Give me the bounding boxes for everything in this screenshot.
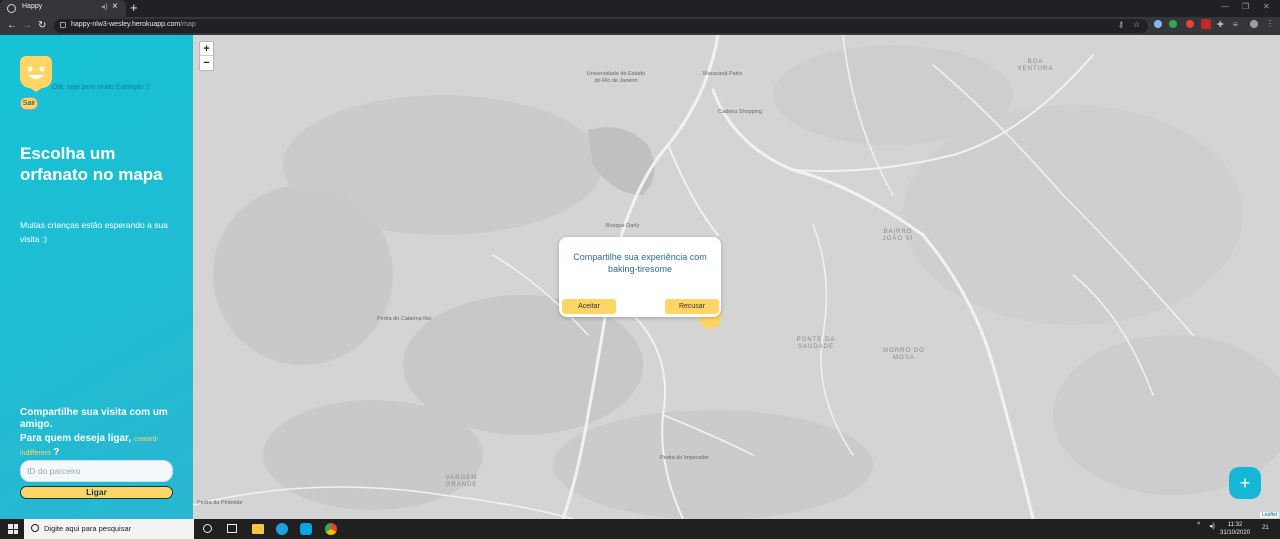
browser-tab[interactable]: Happy ◂) × bbox=[0, 0, 126, 17]
add-orphanage-button[interactable]: + bbox=[1229, 467, 1261, 499]
puzzle-icon[interactable]: ✚ bbox=[1217, 20, 1224, 29]
zoom-out-button[interactable]: − bbox=[200, 56, 213, 70]
edge-icon[interactable] bbox=[276, 523, 288, 535]
zoom-in-button[interactable]: + bbox=[200, 42, 213, 56]
address-bar[interactable]: happy-nlw3-wesley.herokuapp.com/map ⚷ ☆ bbox=[54, 19, 1148, 33]
star-icon[interactable]: ☆ bbox=[1133, 20, 1140, 29]
notification-badge[interactable]: 21 bbox=[1262, 525, 1269, 531]
minimize-icon[interactable]: — bbox=[1221, 2, 1229, 11]
page-title: Escolha um orfanato no mapa bbox=[20, 144, 163, 184]
taskbar-search[interactable]: Digite aqui para pesquisar bbox=[24, 519, 194, 539]
avatar[interactable] bbox=[1250, 20, 1258, 28]
url-text: happy-nlw3-wesley.herokuapp.com/map bbox=[71, 21, 196, 28]
map-area-label: MORRO DO MOSA bbox=[883, 348, 925, 361]
map-area-label: BOA VENTURA bbox=[1017, 59, 1054, 72]
share-question: Para quem deseja ligar, coward-indiffere… bbox=[20, 432, 180, 460]
cortana-icon[interactable] bbox=[203, 524, 212, 533]
search-icon bbox=[31, 524, 39, 532]
map-tiles bbox=[193, 35, 1280, 519]
speaker-icon[interactable]: ◂) bbox=[101, 2, 108, 11]
logout-button[interactable]: Sair bbox=[20, 97, 38, 110]
map-label: Pedra da Pirâmide bbox=[197, 500, 243, 506]
chrome-icon[interactable] bbox=[325, 523, 337, 535]
zoom-control: + − bbox=[199, 41, 214, 71]
extension-icon[interactable] bbox=[1169, 20, 1177, 28]
map-area-label: BAIRRO JOÃO VI bbox=[882, 229, 914, 242]
partner-id-input[interactable] bbox=[20, 460, 173, 482]
share-question-text: Para quem deseja ligar, bbox=[20, 433, 132, 444]
leaflet-attribution-link[interactable]: Leaflet bbox=[1259, 512, 1279, 518]
windows-start-icon[interactable] bbox=[8, 524, 18, 534]
call-button[interactable]: Ligar bbox=[20, 486, 173, 499]
date: 31/10/2020 bbox=[1220, 530, 1251, 536]
map-label: Pedra do Catarina Rei bbox=[377, 316, 432, 322]
modal-title: Compartilhe sua experiência com baking-t… bbox=[573, 252, 707, 274]
browser-toolbar: ← → ↻ happy-nlw3-wesley.herokuapp.com/ma… bbox=[0, 17, 1280, 35]
question-mark: ? bbox=[53, 447, 60, 458]
sidebar: Olá, seja bem vindo Exemplo :) Sair Esco… bbox=[0, 35, 193, 519]
happy-logo-icon bbox=[20, 56, 52, 92]
share-experience-modal: Compartilhe sua experiência com baking-t… bbox=[559, 237, 721, 317]
close-window-icon[interactable]: ✕ bbox=[1263, 2, 1270, 11]
lock-icon bbox=[60, 22, 66, 28]
skype-icon[interactable] bbox=[300, 523, 312, 535]
map[interactable]: + − Universidade do Estado do Rio de Jan… bbox=[193, 35, 1280, 519]
extension-icon[interactable] bbox=[1201, 19, 1211, 29]
new-tab-button[interactable]: + bbox=[130, 0, 138, 16]
extension-icon[interactable] bbox=[1154, 20, 1162, 28]
kebab-menu-icon[interactable]: ⋮ bbox=[1266, 19, 1274, 28]
key-icon[interactable]: ⚷ bbox=[1118, 20, 1124, 29]
map-label: Pedra do Imperador bbox=[660, 455, 709, 461]
back-icon[interactable]: ← bbox=[7, 19, 17, 32]
welcome-text: Olá, seja bem vindo Exemplo :) bbox=[52, 84, 150, 91]
search-placeholder: Digite aqui para pesquisar bbox=[44, 524, 132, 533]
map-area-label: PONTE DA SAUDADE bbox=[796, 337, 836, 350]
chevron-up-icon[interactable]: ^ bbox=[1197, 522, 1200, 529]
task-view-icon[interactable] bbox=[227, 524, 237, 533]
file-explorer-icon[interactable] bbox=[252, 524, 264, 534]
close-tab-icon[interactable]: × bbox=[112, 1, 118, 12]
accept-button[interactable]: Aceitar bbox=[562, 299, 616, 314]
map-label: Maracanã Patro bbox=[703, 71, 743, 77]
page: Olá, seja bem vindo Exemplo :) Sair Esco… bbox=[0, 35, 1280, 519]
clock[interactable]: 11:32 31/10/2020 bbox=[1220, 521, 1250, 537]
browser-tab-strip: Happy ◂) × + — ❐ ✕ bbox=[0, 0, 1280, 17]
globe-icon bbox=[7, 4, 16, 13]
reload-icon[interactable]: ↻ bbox=[38, 19, 46, 32]
map-label: Bosque Darfy bbox=[606, 223, 640, 229]
volume-icon[interactable]: ◂) bbox=[1209, 522, 1215, 530]
taskbar: Digite aqui para pesquisar ^ ◂) 11:32 31… bbox=[0, 519, 1280, 539]
time: 11:32 bbox=[1227, 522, 1243, 528]
map-area-label: VARGEM GRANDE bbox=[445, 475, 478, 488]
playlist-icon[interactable]: ≡ bbox=[1233, 20, 1238, 29]
subtitle: Muitas crianças estão esperando a sua vi… bbox=[20, 220, 168, 244]
extension-icon[interactable] bbox=[1186, 20, 1194, 28]
decline-button[interactable]: Recusar bbox=[665, 299, 719, 314]
restore-icon[interactable]: ❐ bbox=[1242, 2, 1249, 11]
map-label: Cadeira Shopping bbox=[718, 109, 763, 115]
share-title: Compartilhe sua visita com um amigo. bbox=[20, 407, 168, 430]
forward-icon[interactable]: → bbox=[22, 19, 32, 32]
map-label: Universidade do Estado do Rio de Janeiro bbox=[586, 71, 646, 84]
tab-title: Happy bbox=[22, 3, 43, 10]
